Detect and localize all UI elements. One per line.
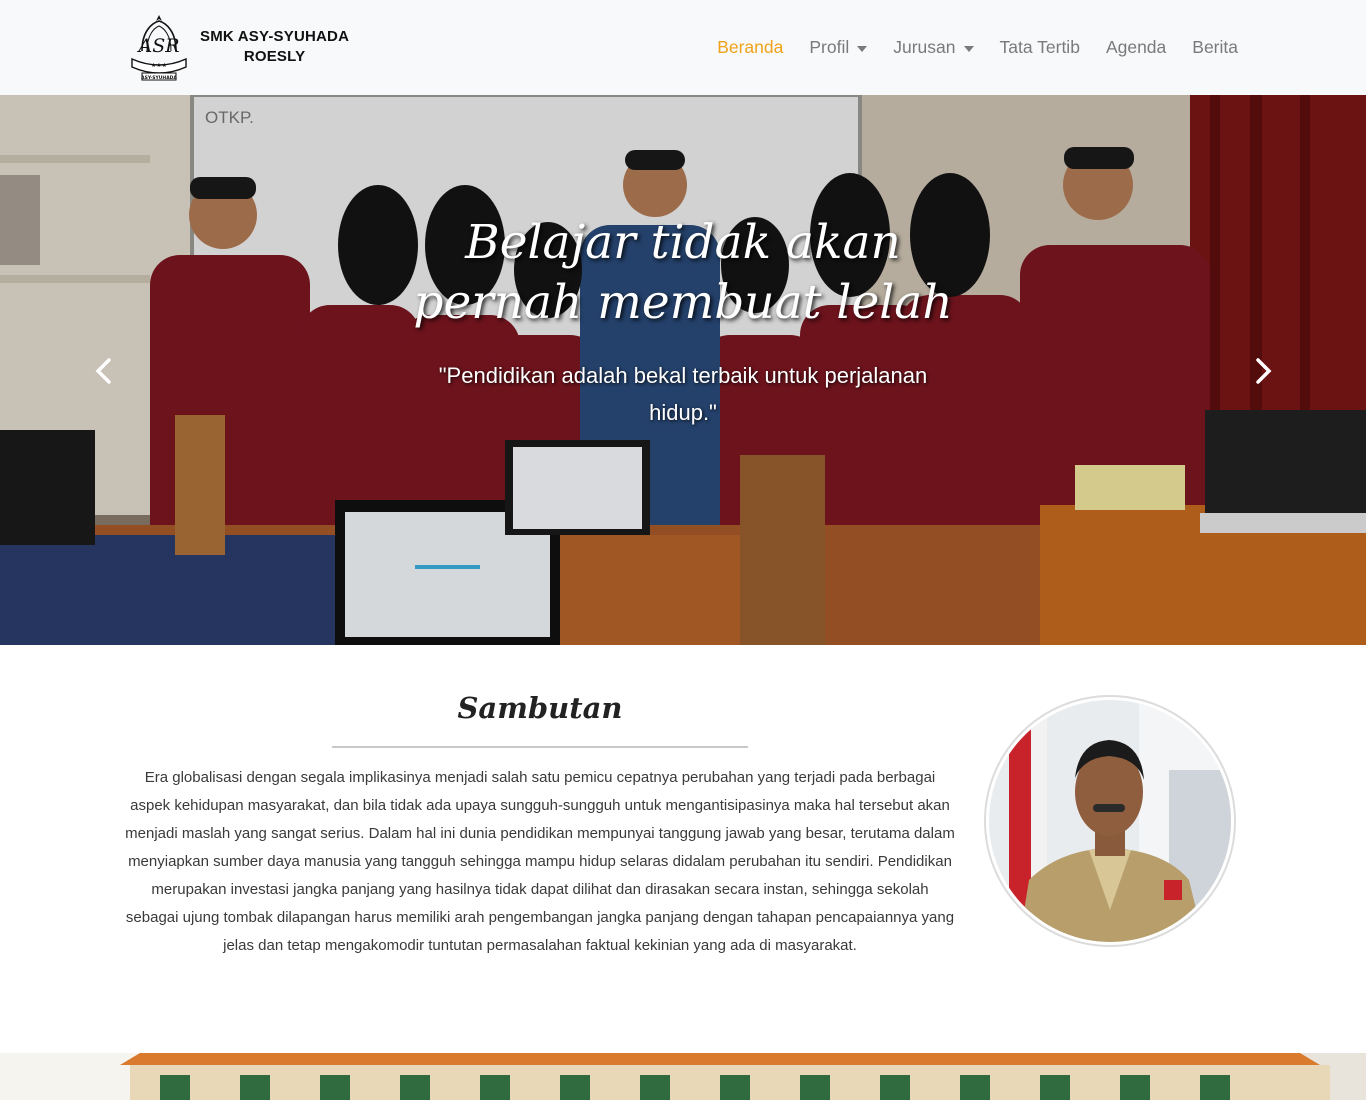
svg-text:★★★: ★★★	[151, 62, 167, 69]
nav-tata-tertib-label: Tata Tertib	[999, 37, 1080, 57]
svg-text:ASR: ASR	[136, 35, 179, 57]
building-photo-strip	[0, 1053, 1366, 1100]
sambutan-title: Sambutan	[457, 691, 623, 725]
carousel-caption: Belajar tidak akan pernah membuat lelah …	[383, 213, 983, 431]
caret-down-icon	[963, 45, 974, 52]
sambutan-body: Era globalisasi dengan segala implikasin…	[125, 769, 955, 954]
nav-profil-label: Profil	[809, 37, 850, 57]
nav-berita[interactable]: Berita	[1192, 37, 1238, 58]
nav-beranda[interactable]: Beranda	[717, 37, 783, 58]
navbar: ASR ★★★ ASY-SYUHADA SMK ASY-SYUHADA ROES…	[0, 0, 1366, 95]
carousel-prev-button[interactable]	[88, 353, 118, 389]
hero-carousel: OTKP. Belajar tidak akan pernah membuat …	[0, 95, 1366, 645]
svg-text:ASY-SYUHADA: ASY-SYUHADA	[141, 75, 177, 81]
nav-beranda-label: Beranda	[717, 37, 784, 57]
sambutan-section: Sambutan Era globalisasi dengan segala i…	[0, 645, 1366, 1053]
school-building-photo	[0, 1053, 1366, 1100]
brand[interactable]: ASR ★★★ ASY-SYUHADA SMK ASY-SYUHADA ROES…	[126, 10, 349, 84]
chevron-right-icon	[1256, 358, 1272, 384]
school-emblem-icon: ASR ★★★ ASY-SYUHADA	[131, 15, 187, 81]
chevron-left-icon	[95, 358, 111, 384]
principal-portrait	[984, 695, 1236, 947]
nav-tata-tertib[interactable]: Tata Tertib	[1000, 37, 1080, 58]
principal-photo	[989, 700, 1231, 942]
nav-jurusan-label: Jurusan	[893, 37, 956, 57]
hero-heading: Belajar tidak akan pernah membuat lelah	[413, 215, 953, 330]
brand-line2: ROESLY	[243, 48, 306, 65]
brand-line1: SMK ASY-SYUHADA	[200, 28, 350, 45]
principal-photo-image	[989, 700, 1231, 942]
carousel-next-button[interactable]	[1249, 353, 1279, 389]
sambutan-divider	[332, 746, 748, 748]
nav-profil-dropdown[interactable]: Profil	[809, 37, 868, 58]
brand-name: SMK ASY-SYUHADA ROESLY	[200, 27, 349, 67]
nav-jurusan-dropdown[interactable]: Jurusan	[893, 37, 974, 58]
nav-agenda-label: Agenda	[1105, 37, 1167, 57]
nav-agenda[interactable]: Agenda	[1106, 37, 1166, 58]
main-nav: Beranda Profil Jurusan Tata Tertib Agend…	[691, 0, 1238, 95]
hero-quote: "Pendidikan adalah bekal terbaik untuk p…	[438, 363, 928, 425]
nav-berita-label: Berita	[1192, 37, 1238, 57]
caret-down-icon	[857, 45, 868, 52]
